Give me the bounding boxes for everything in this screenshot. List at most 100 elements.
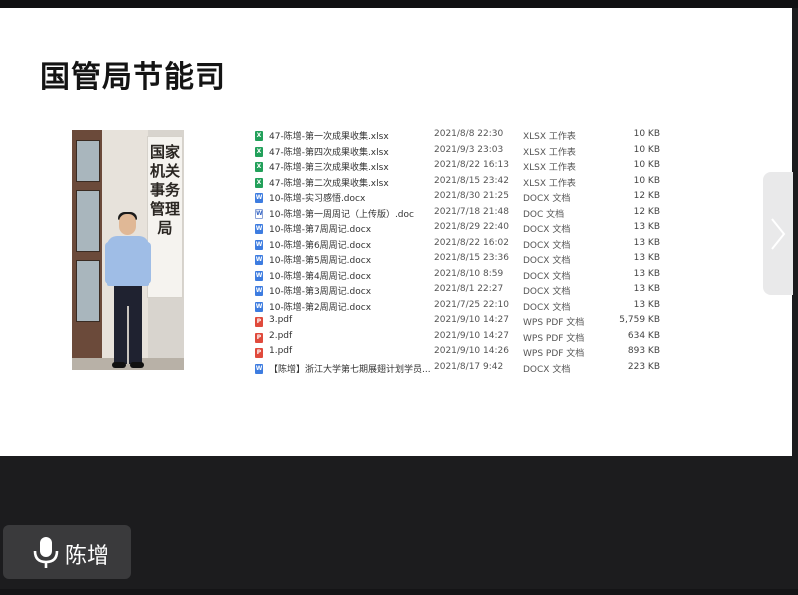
file-row[interactable]: X 47-陈增-第四次成果收集.xlsx 2021/9/3 23:03 XLSX 工作… [250,144,670,160]
file-date: 2021/8/15 23:42 [434,175,509,186]
file-row[interactable]: X 47-陈增-第三次成果收集.xlsx 2021/8/22 16:13 XLSX 工… [250,159,670,175]
file-type: WPS PDF 文档 [523,333,585,344]
file-type: WPS PDF 文档 [523,318,585,328]
file-size: 13 KB [633,299,660,310]
file-size: 12 KB [633,206,660,217]
file-row[interactable]: W 10-陈增-第7周周记.docx 2021/8/29 22:40 DOCX 文档 1… [250,221,670,237]
file-type: DOCX 文档 [523,225,571,235]
file-type: DOCX 文档 [523,287,571,297]
file-name: 10-陈增-第4周周记.docx [269,271,372,282]
file-date: 2021/7/25 22:10 [434,299,509,310]
file-name: 10-陈增-第5周周记.docx [269,256,372,266]
file-type: XLSX 工作表 [523,163,576,173]
file-row[interactable]: X 47-陈增-第二次成果收集.xlsx 2021/8/15 23:42 XLSX 工… [250,175,670,191]
file-row[interactable]: W 10-陈增-第5周周记.docx 2021/8/15 23:36 DOCX 文档 1… [250,252,670,268]
docx-file-icon: W [255,270,263,281]
speaker-badge[interactable]: 陈增 [3,525,131,579]
file-date: 2021/8/22 16:13 [434,160,509,170]
file-name: 【陈增】浙江大学第七期展翅计划学员... [269,364,431,375]
file-row[interactable]: W 10-陈增-第一周周记（上传版）.doc 2021/7/18 21:48 DOC … [250,206,670,222]
person-figure [102,212,154,370]
file-row[interactable]: X 47-陈增-第一次成果收集.xlsx 2021/8/8 22:30 XLSX 工作… [250,128,670,144]
file-name: 1.pdf [269,346,293,356]
file-name: 10-陈增-第2周周记.docx [269,302,372,313]
docx-file-icon: W [255,363,263,374]
file-row[interactable]: W 10-陈增-第6周周记.docx 2021/8/22 16:02 DOCX 文档 1… [250,237,670,253]
file-date: 2021/8/8 22:30 [434,129,504,139]
file-type: XLSX 工作表 [523,132,576,142]
file-size: 13 KB [633,268,660,279]
file-row[interactable]: P 2.pdf 2021/9/10 14:27 WPS PDF 文档 634 KB [250,330,670,346]
file-date: 2021/9/10 14:27 [434,315,509,325]
file-name: 10-陈增-第一周周记（上传版）.doc [269,209,414,220]
next-slide-button[interactable] [763,172,793,295]
file-type: DOCX 文档 [523,240,571,251]
docx-file-icon: W [255,224,263,234]
file-type: DOCX 文档 [523,271,571,282]
file-date: 2021/8/1 22:27 [434,284,504,294]
file-type: DOCX 文档 [523,302,571,313]
file-size: 13 KB [633,222,660,232]
file-size: 10 KB [633,160,660,170]
file-row[interactable]: W 【陈增】浙江大学第七期展翅计划学员... 2021/8/17 9:42 DOCX … [250,361,670,377]
file-size: 10 KB [633,129,660,139]
file-name: 47-陈增-第四次成果收集.xlsx [269,147,389,158]
file-date: 2021/8/22 16:02 [434,237,509,248]
file-name: 10-陈增-实习感悟.docx [269,194,366,204]
file-row[interactable]: W 10-陈增-第2周周记.docx 2021/7/25 22:10 DOCX 文档 1… [250,299,670,315]
file-name: 10-陈增-第6周周记.docx [269,240,372,251]
pdf-file-icon: P [255,348,263,358]
slide-title: 国管局节能司 [40,60,226,95]
file-type: DOCX 文档 [523,364,571,375]
microphone-icon [33,537,59,568]
bottom-bar [0,589,798,595]
xlsx-file-icon: X [255,162,263,172]
file-name: 3.pdf [269,315,293,325]
file-row[interactable]: W 10-陈增-实习感悟.docx 2021/8/30 21:25 DOCX 文档 12… [250,190,670,206]
file-size: 13 KB [633,253,660,263]
xlsx-file-icon: X [255,146,263,157]
docx-file-icon: W [255,301,263,312]
file-size: 10 KB [633,175,660,186]
file-row[interactable]: P 1.pdf 2021/9/10 14:26 WPS PDF 文档 893 KB [250,345,670,361]
xlsx-file-icon: X [255,177,263,188]
file-date: 2021/8/15 23:36 [434,253,509,263]
file-date: 2021/9/3 23:03 [434,144,504,155]
pdf-file-icon: P [255,332,263,343]
file-size: 13 KB [633,284,660,294]
pdf-file-icon: P [255,317,263,327]
file-type: DOCX 文档 [523,194,571,204]
file-name: 47-陈增-第三次成果收集.xlsx [269,163,389,173]
file-type: DOC 文档 [523,209,565,220]
xlsx-file-icon: X [255,131,263,141]
file-name: 2.pdf [269,330,293,341]
file-size: 223 KB [627,361,660,372]
docx-file-icon: W [255,193,263,203]
file-type: WPS PDF 文档 [523,349,585,359]
file-list: X 47-陈增-第一次成果收集.xlsx 2021/8/8 22:30 XLSX 工作… [250,128,670,376]
file-name: 10-陈增-第3周周记.docx [269,287,372,297]
file-size: 5,759 KB [619,315,660,325]
file-size: 13 KB [633,237,660,248]
photo-person-at-sign: 国家机关事务管理局 [72,130,184,370]
file-row[interactable]: W 10-陈增-第3周周记.docx 2021/8/1 22:27 DOCX 文档 13… [250,283,670,299]
file-date: 2021/8/29 22:40 [434,222,509,232]
file-type: XLSX 工作表 [523,147,576,158]
file-size: 12 KB [633,191,660,201]
file-date: 2021/9/10 14:26 [434,346,509,356]
file-row[interactable]: W 10-陈增-第4周周记.docx 2021/8/10 8:59 DOCX 文档 13… [250,268,670,284]
file-date: 2021/8/30 21:25 [434,191,509,201]
file-size: 10 KB [633,144,660,155]
presentation-slide: 国管局节能司 国家机关事务管理局 X 47-陈增-第一次成果收集.xlsx 2021… [0,8,792,456]
file-name: 10-陈增-第7周周记.docx [269,225,372,235]
file-date: 2021/8/17 9:42 [434,361,504,372]
top-bar [0,0,798,8]
file-type: DOCX 文档 [523,256,571,266]
file-name: 47-陈增-第一次成果收集.xlsx [269,132,389,142]
docx-file-icon: W [255,255,263,265]
docx-file-icon: W [255,239,263,250]
file-row[interactable]: P 3.pdf 2021/9/10 14:27 WPS PDF 文档 5,759 KB [250,314,670,330]
file-name: 47-陈增-第二次成果收集.xlsx [269,178,389,189]
file-type: XLSX 工作表 [523,178,576,189]
file-size: 634 KB [627,330,660,341]
